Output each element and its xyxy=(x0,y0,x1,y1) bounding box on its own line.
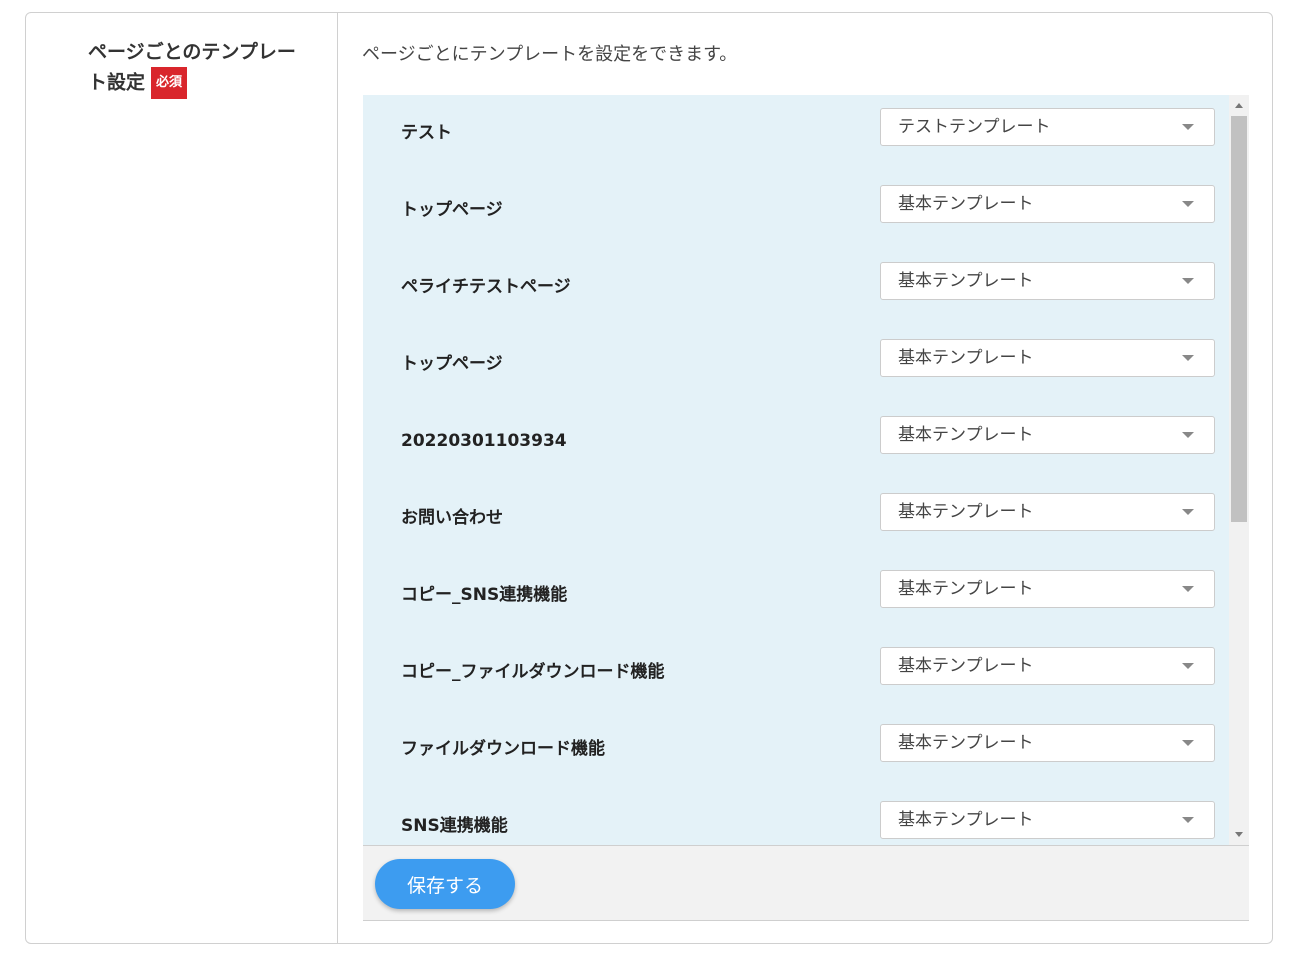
page-name: コピー_SNS連携機能 xyxy=(401,585,568,605)
page-name: テスト xyxy=(401,123,452,143)
field-label-text: ページごとのテンプレート設定 xyxy=(88,41,296,94)
template-select[interactable]: 基本テンプレート xyxy=(880,801,1215,839)
template-select[interactable]: テストテンプレート xyxy=(880,108,1215,146)
chevron-down-icon xyxy=(1182,817,1194,823)
chevron-down-icon xyxy=(1182,509,1194,515)
chevron-down-icon xyxy=(1182,432,1194,438)
template-select[interactable]: 基本テンプレート xyxy=(880,262,1215,300)
chevron-down-icon xyxy=(1182,740,1194,746)
scroll-up-arrow-icon[interactable] xyxy=(1235,103,1243,108)
field-label: ページごとのテンプレート設定 必須 xyxy=(88,37,303,99)
template-select[interactable]: 基本テンプレート xyxy=(880,185,1215,223)
page-name: トップページ xyxy=(401,354,503,374)
template-select[interactable]: 基本テンプレート xyxy=(880,339,1215,377)
scroll-down-arrow-icon[interactable] xyxy=(1235,832,1243,837)
scrollbar[interactable] xyxy=(1229,95,1249,845)
page-template-list[interactable]: テスト テストテンプレート トップページ 基本テンプレート ペライチテストページ… xyxy=(363,95,1249,845)
action-bar: 保存する xyxy=(363,845,1249,921)
template-select-value: 基本テンプレート xyxy=(898,579,1034,599)
required-badge: 必須 xyxy=(151,67,188,99)
list-row: SNS連携機能 基本テンプレート xyxy=(363,788,1229,845)
page-name: ファイルダウンロード機能 xyxy=(401,739,605,759)
template-select-value: 基本テンプレート xyxy=(898,656,1034,676)
page-name: トップページ xyxy=(401,200,503,220)
template-select[interactable]: 基本テンプレート xyxy=(880,493,1215,531)
field-label-column: ページごとのテンプレート設定 必須 xyxy=(26,13,338,943)
list-row: トップページ 基本テンプレート xyxy=(363,172,1229,249)
field-content-column: ページごとにテンプレートを設定をできます。 テスト テストテンプレート トップペ… xyxy=(338,13,1272,943)
page-name: お問い合わせ xyxy=(401,508,503,528)
scrollbar-thumb[interactable] xyxy=(1231,116,1247,522)
field-description: ページごとにテンプレートを設定をできます。 xyxy=(362,44,738,65)
list-row: お問い合わせ 基本テンプレート xyxy=(363,480,1229,557)
list-row: 20220301103934 基本テンプレート xyxy=(363,403,1229,480)
page-name: 20220301103934 xyxy=(401,431,567,451)
chevron-down-icon xyxy=(1182,663,1194,669)
chevron-down-icon xyxy=(1182,124,1194,130)
template-select-value: 基本テンプレート xyxy=(898,810,1034,830)
list-row: コピー_ファイルダウンロード機能 基本テンプレート xyxy=(363,634,1229,711)
page-name: コピー_ファイルダウンロード機能 xyxy=(401,662,665,682)
page-name: ペライチテストページ xyxy=(401,277,571,297)
list-row: コピー_SNS連携機能 基本テンプレート xyxy=(363,557,1229,634)
template-select-value: 基本テンプレート xyxy=(898,271,1034,291)
chevron-down-icon xyxy=(1182,201,1194,207)
template-select[interactable]: 基本テンプレート xyxy=(880,570,1215,608)
list-row: ペライチテストページ 基本テンプレート xyxy=(363,249,1229,326)
chevron-down-icon xyxy=(1182,355,1194,361)
page-name: SNS連携機能 xyxy=(401,816,508,836)
save-button[interactable]: 保存する xyxy=(375,859,515,909)
template-select-value: 基本テンプレート xyxy=(898,194,1034,214)
template-settings-card: ページごとのテンプレート設定 必須 ページごとにテンプレートを設定をできます。 テ… xyxy=(25,12,1273,944)
template-select-value: 基本テンプレート xyxy=(898,348,1034,368)
list-row: テスト テストテンプレート xyxy=(363,95,1229,172)
list-row: ファイルダウンロード機能 基本テンプレート xyxy=(363,711,1229,788)
template-select[interactable]: 基本テンプレート xyxy=(880,724,1215,762)
template-select-value: 基本テンプレート xyxy=(898,502,1034,522)
chevron-down-icon xyxy=(1182,278,1194,284)
template-select-value: テストテンプレート xyxy=(898,117,1051,137)
template-select-value: 基本テンプレート xyxy=(898,733,1034,753)
chevron-down-icon xyxy=(1182,586,1194,592)
template-select[interactable]: 基本テンプレート xyxy=(880,416,1215,454)
template-select-value: 基本テンプレート xyxy=(898,425,1034,445)
template-select[interactable]: 基本テンプレート xyxy=(880,647,1215,685)
list-row: トップページ 基本テンプレート xyxy=(363,326,1229,403)
